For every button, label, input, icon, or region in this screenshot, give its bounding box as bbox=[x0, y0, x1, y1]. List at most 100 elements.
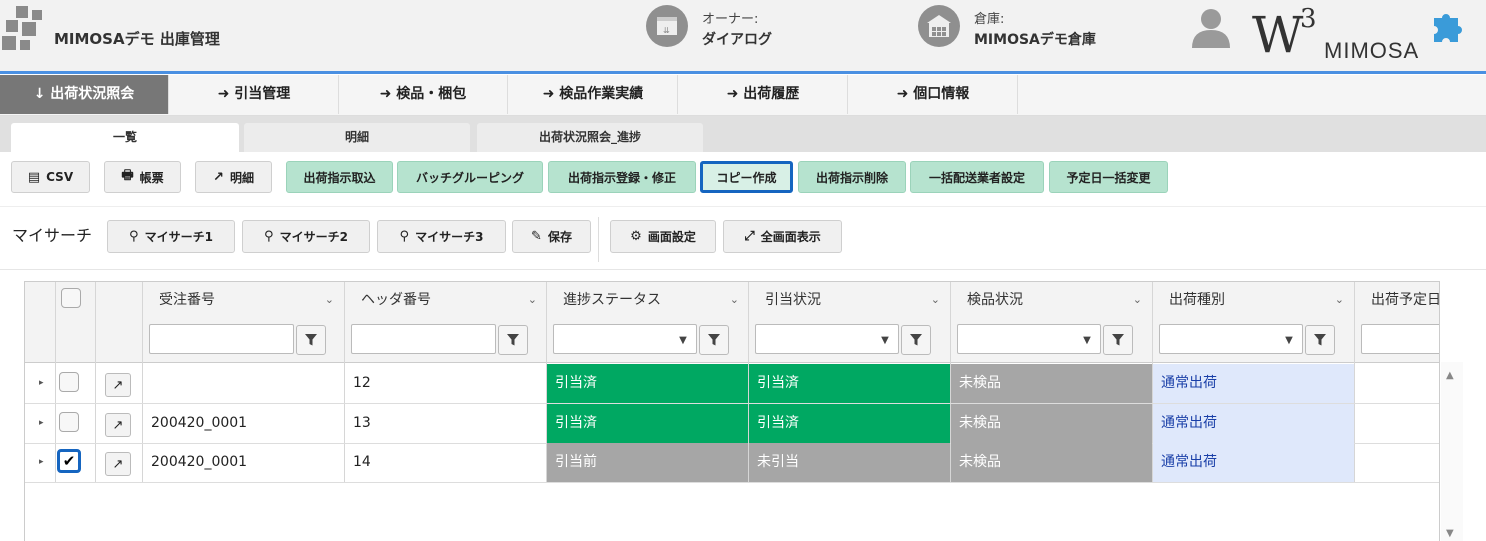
filter-icon[interactable] bbox=[699, 325, 729, 355]
bulk-carrier-button[interactable]: 一括配送業者設定 bbox=[910, 161, 1044, 193]
vertical-scrollbar[interactable]: ▲ ▼ bbox=[1441, 362, 1463, 541]
my-search-2-button[interactable]: ⚲ マイサーチ2 bbox=[242, 220, 370, 253]
cell-ship-type: 通常出荷 bbox=[1153, 404, 1354, 443]
filter-icon[interactable] bbox=[1103, 325, 1133, 355]
select-all-checkbox[interactable] bbox=[61, 288, 81, 308]
filter-header-no-input[interactable] bbox=[351, 324, 496, 354]
expand-icon: ⤢ bbox=[744, 229, 755, 244]
csv-button[interactable]: ▤ CSV bbox=[11, 161, 90, 193]
create-copy-button[interactable]: コピー作成 bbox=[700, 161, 793, 193]
subtab-list[interactable]: 一覧 bbox=[11, 123, 239, 152]
header-accent-line bbox=[0, 71, 1486, 74]
brand-logo: W 3 MIMOSA bbox=[1252, 4, 1432, 64]
filter-icon[interactable] bbox=[901, 325, 931, 355]
nav-tab-inspection[interactable]: ➜ 検品・梱包 bbox=[339, 75, 508, 114]
nav-arrow-icon: ➜ bbox=[726, 86, 739, 102]
open-record-button[interactable]: ↗ bbox=[105, 373, 131, 397]
fullscreen-button[interactable]: ⤢ 全画面表示 bbox=[723, 220, 842, 253]
caret-down-icon[interactable]: ▼ bbox=[671, 325, 695, 355]
app-title: MIMOSAデモ 出庫管理 bbox=[54, 30, 220, 48]
expand-row-icon[interactable]: ▸ bbox=[39, 443, 44, 482]
subtab-detail[interactable]: 明細 bbox=[244, 123, 470, 152]
register-edit-button[interactable]: 出荷指示登録・修正 bbox=[548, 161, 696, 193]
bulk-date-change-button[interactable]: 予定日一括変更 bbox=[1049, 161, 1168, 193]
cell-order-no: 200420_0001 bbox=[151, 454, 248, 470]
subtab-progress[interactable]: 出荷状況照会_進捗 bbox=[477, 123, 703, 152]
csv-file-icon: ▤ bbox=[27, 169, 41, 185]
warehouse-value: MIMOSAデモ倉庫 bbox=[974, 32, 1096, 48]
nav-label: 個口情報 bbox=[913, 86, 970, 102]
screen-settings-button[interactable]: ⚙ 画面設定 bbox=[610, 220, 716, 253]
detail-button[interactable]: ↗ 明細 bbox=[195, 161, 272, 193]
nav-tab-allocation[interactable]: ➜ 引当管理 bbox=[170, 75, 339, 114]
column-header-ship-date[interactable]: 出荷予定日 bbox=[1355, 282, 1439, 318]
caret-down-icon[interactable]: ▼ bbox=[1075, 325, 1099, 355]
expand-row-icon[interactable]: ▸ bbox=[39, 404, 44, 443]
row-checkbox-checked[interactable]: ✔ bbox=[57, 449, 81, 473]
column-header-ship-type[interactable]: 出荷種別 ⌄ bbox=[1153, 282, 1354, 318]
nav-arrow-icon: ↓ bbox=[33, 86, 46, 102]
nav-label: 出荷履歴 bbox=[743, 86, 800, 102]
table-row[interactable]: ▸ ↗ 200420_0001 13 引当済 引当済 未検品 通常出荷 bbox=[25, 404, 1439, 444]
column-header-header-no[interactable]: ヘッダ番号 ⌄ bbox=[345, 282, 547, 318]
my-search-bar: マイサーチ ⚲ マイサーチ1 ⚲ マイサーチ2 ⚲ マイサーチ3 ✎ 保存 ⚙ 画面設定 … bbox=[0, 207, 1486, 270]
save-search-button[interactable]: ✎ 保存 bbox=[512, 220, 591, 253]
column-header-label: ヘッダ番号 bbox=[361, 292, 431, 308]
expand-row-icon[interactable]: ▸ bbox=[39, 364, 44, 403]
nav-tab-shipping-history[interactable]: ➜ 出荷履歴 bbox=[679, 75, 848, 114]
my-search-3-button[interactable]: ⚲ マイサーチ3 bbox=[377, 220, 506, 253]
checkmark-icon: ✔ bbox=[62, 452, 76, 470]
filter-icon[interactable] bbox=[1305, 325, 1335, 355]
owner-value: ダイアログ bbox=[702, 32, 772, 48]
filter-icon[interactable] bbox=[296, 325, 326, 355]
table-row[interactable]: ▸ ✔ ↗ 200420_0001 14 引当前 未引当 未検品 通常出荷 bbox=[25, 443, 1439, 483]
column-header-allocation[interactable]: 引当状況 ⌄ bbox=[749, 282, 950, 318]
cell-order-no: 200420_0001 bbox=[151, 415, 248, 431]
cell-progress-status: 引当済 bbox=[547, 364, 748, 403]
row-checkbox[interactable] bbox=[59, 412, 79, 432]
open-record-button[interactable]: ↗ bbox=[105, 452, 131, 476]
caret-down-icon[interactable]: ▼ bbox=[873, 325, 897, 355]
chevron-down-icon: ⌄ bbox=[527, 293, 537, 306]
nav-tab-package-info[interactable]: ➜ 個口情報 bbox=[849, 75, 1018, 114]
nav-arrow-icon: ➜ bbox=[896, 86, 909, 102]
my-search-1-label: マイサーチ1 bbox=[144, 230, 213, 244]
cell-allocation-status: 未引当 bbox=[749, 443, 950, 482]
user-avatar-icon[interactable] bbox=[1188, 6, 1234, 48]
open-record-button[interactable]: ↗ bbox=[105, 413, 131, 437]
chevron-down-icon: ⌄ bbox=[1334, 293, 1344, 306]
delete-instructions-button[interactable]: 出荷指示削除 bbox=[798, 161, 906, 193]
scroll-down-icon[interactable]: ▼ bbox=[1446, 528, 1454, 539]
table-row[interactable]: ▸ ↗ 12 引当済 引当済 未検品 通常出荷 bbox=[25, 364, 1439, 404]
main-nav: ↓ 出荷状況照会 ➜ 引当管理 ➜ 検品・梱包 ➜ 検品作業実績 ➜ 出荷履歴 … bbox=[0, 75, 1486, 116]
batch-grouping-button[interactable]: バッチグルーピング bbox=[397, 161, 543, 193]
filter-order-no-input[interactable] bbox=[149, 324, 294, 354]
cell-inspection-status: 未検品 bbox=[951, 364, 1152, 403]
shipment-grid: 受注番号 ⌄ ヘッダ番号 ⌄ 進捗ステータス ⌄ 引当状況 ⌄ 検品状況 ⌄ 出荷種別 ⌄ … bbox=[24, 281, 1440, 541]
brand-logo-sub: MIMOSA bbox=[1324, 38, 1420, 63]
report-button[interactable]: 🖶 帳票 bbox=[104, 161, 181, 193]
column-header-order-no[interactable]: 受注番号 ⌄ bbox=[143, 282, 344, 318]
sub-tabs: 一覧 明細 出荷状況照会_進捗 bbox=[0, 116, 1486, 152]
row-checkbox[interactable] bbox=[59, 372, 79, 392]
caret-down-icon[interactable]: ▼ bbox=[1277, 325, 1301, 355]
app-header: MIMOSAデモ 出庫管理 ⇊ オーナー: ダイアログ 倉庫: MIMOSAデモ… bbox=[0, 0, 1486, 72]
column-header-label: 検品状況 bbox=[967, 292, 1023, 308]
column-header-progress[interactable]: 進捗ステータス ⌄ bbox=[547, 282, 749, 318]
cell-allocation-status: 引当済 bbox=[749, 404, 950, 443]
filter-ship-date-input[interactable] bbox=[1361, 324, 1439, 354]
cell-header-no: 14 bbox=[353, 454, 371, 470]
filter-icon[interactable] bbox=[498, 325, 528, 355]
scroll-up-icon[interactable]: ▲ bbox=[1446, 370, 1454, 381]
column-header-inspection[interactable]: 検品状況 ⌄ bbox=[951, 282, 1152, 318]
report-button-label: 帳票 bbox=[139, 170, 164, 185]
cell-order-no bbox=[143, 364, 344, 403]
owner-label: オーナー: bbox=[702, 12, 759, 27]
my-search-1-button[interactable]: ⚲ マイサーチ1 bbox=[107, 220, 235, 253]
grid-header: 受注番号 ⌄ ヘッダ番号 ⌄ 進捗ステータス ⌄ 引当状況 ⌄ 検品状況 ⌄ 出荷種別 ⌄ … bbox=[25, 282, 1439, 363]
nav-tab-inspection-results[interactable]: ➜ 検品作業実績 bbox=[509, 75, 678, 114]
nav-tab-shipping-status[interactable]: ↓ 出荷状況照会 bbox=[0, 75, 169, 114]
import-instructions-button[interactable]: 出荷指示取込 bbox=[286, 161, 393, 193]
separator bbox=[598, 217, 599, 262]
detail-button-label: 明細 bbox=[229, 170, 254, 185]
